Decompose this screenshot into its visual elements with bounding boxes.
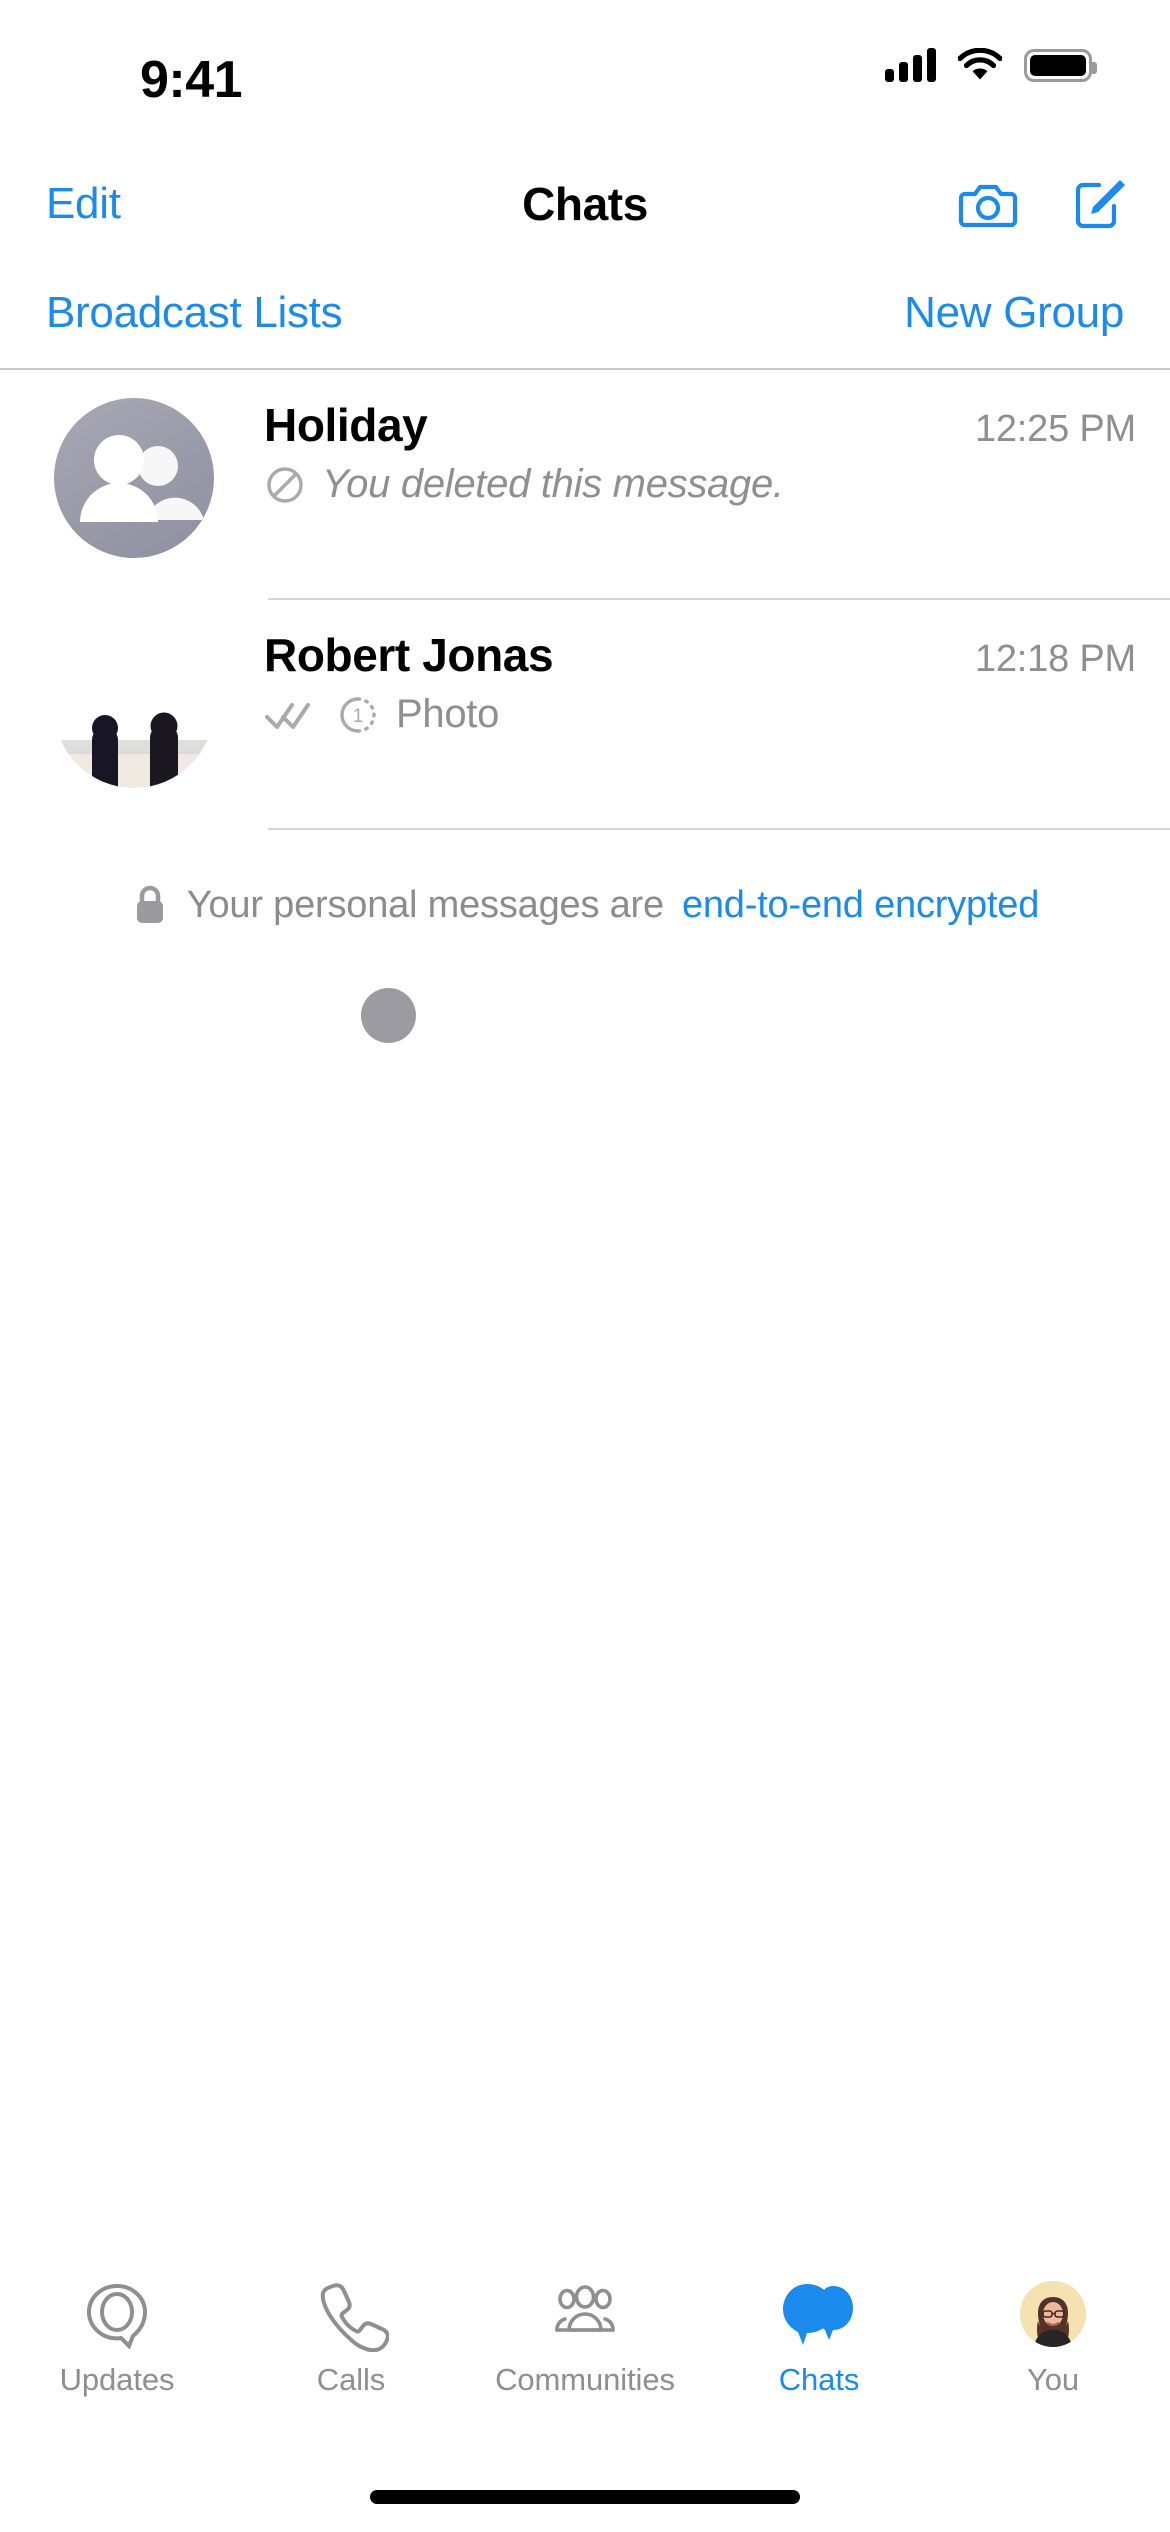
encryption-notice: Your personal messages are end-to-end en… (0, 830, 1170, 928)
chat-row-header: Holiday 12:25 PM (264, 398, 1136, 452)
tab-chats[interactable]: Chats (702, 2276, 936, 2398)
chat-preview-text: Photo (396, 692, 500, 736)
status-bar-time: 9:41 (140, 51, 243, 109)
status-bar: 9:41 (0, 0, 1170, 150)
chat-preview-text: You deleted this message. (322, 462, 784, 506)
whatsapp-chats-screen: 9:41 Edit Chats Broadcast Lists New Grou… (0, 0, 1170, 2532)
tab-label: You (1026, 2362, 1079, 2397)
chat-bubbles-icon (783, 2284, 853, 2345)
chat-name: Robert Jonas (264, 629, 554, 681)
svg-text:1: 1 (353, 706, 364, 727)
nav-actions (958, 174, 1130, 234)
secondary-action-row: Broadcast Lists New Group (0, 258, 1170, 368)
chat-row-content: Robert Jonas 12:18 PM 1 Photo (214, 628, 1136, 737)
home-indicator-area (0, 2462, 1170, 2532)
encryption-learn-more-link[interactable]: end-to-end encrypted (682, 884, 1039, 927)
tab-label: Updates (59, 2362, 175, 2397)
tab-calls[interactable]: Calls (234, 2276, 468, 2398)
tab-label: Chats (778, 2362, 860, 2397)
chat-list: Holiday 12:25 PM You deleted this messag… (0, 370, 1170, 1043)
chat-name: Holiday (264, 399, 428, 451)
deleted-message-icon (267, 466, 303, 503)
encryption-notice-text: Your personal messages are (186, 883, 664, 926)
wifi-icon (958, 48, 1002, 80)
tab-label: Calls (316, 2362, 386, 2397)
home-indicator-bar[interactable] (370, 2490, 800, 2504)
bottom-tab-bar: Updates Calls Communities Chats You (0, 2262, 1170, 2462)
edit-button[interactable]: Edit (46, 179, 121, 229)
tab-you[interactable]: You (936, 2276, 1170, 2398)
chat-timestamp: 12:25 PM (974, 408, 1136, 450)
camera-icon[interactable] (958, 174, 1018, 234)
read-receipt-double-check-icon (265, 702, 310, 729)
cellular-signal-icon (885, 48, 936, 82)
view-once-icon: 1 (340, 696, 376, 733)
chat-row-header: Robert Jonas 12:18 PM (264, 628, 1136, 682)
lock-icon (136, 885, 163, 923)
status-bar-indicators (885, 48, 1097, 82)
battery-full-icon (1024, 49, 1097, 82)
touch-indicator (361, 988, 416, 1043)
chat-row-content: Holiday 12:25 PM You deleted this messag… (214, 398, 1136, 507)
tab-updates[interactable]: Updates (0, 2276, 234, 2398)
profile-avatar-icon (1020, 2281, 1086, 2347)
phone-icon (320, 2283, 389, 2352)
table-row[interactable]: Holiday 12:25 PM You deleted this messag… (0, 370, 1170, 600)
navigation-bar: Edit Chats (0, 150, 1170, 258)
table-row[interactable]: Robert Jonas 12:18 PM 1 Photo (0, 600, 1170, 830)
updates-status-icon (86, 2283, 148, 2350)
chat-row-preview-line: 1 Photo (264, 692, 1136, 737)
chat-timestamp: 12:18 PM (974, 638, 1136, 680)
chat-row-preview-line: You deleted this message. (264, 462, 1136, 507)
group-default-avatar[interactable] (54, 398, 214, 558)
communities-icon (555, 2285, 615, 2332)
empty-space (0, 928, 1170, 2262)
list-separator (268, 828, 1170, 830)
compose-new-chat-icon[interactable] (1070, 174, 1130, 234)
tab-label: Communities (495, 2362, 675, 2397)
beach-sunset-photo-avatar[interactable] (54, 628, 214, 788)
new-group-button[interactable]: New Group (904, 288, 1124, 338)
broadcast-lists-button[interactable]: Broadcast Lists (46, 288, 343, 338)
tab-communities[interactable]: Communities (468, 2276, 702, 2398)
